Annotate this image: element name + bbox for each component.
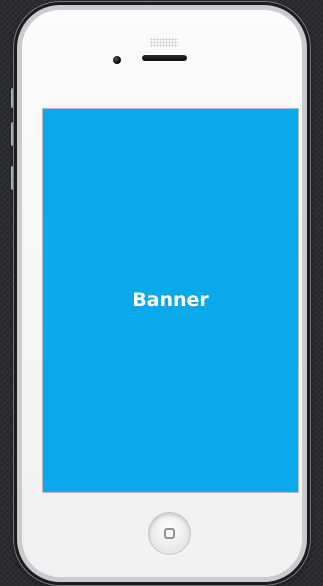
phone-screen[interactable]: Banner <box>42 108 299 493</box>
phone-body: Banner <box>17 5 307 582</box>
earpiece-speaker-icon <box>142 55 187 61</box>
phone-frame: Banner <box>14 2 310 585</box>
home-button-square-icon <box>164 528 175 539</box>
proximity-sensor-icon <box>150 38 178 47</box>
banner-label: Banner <box>132 288 209 311</box>
home-button[interactable] <box>148 512 191 555</box>
front-camera-icon <box>113 56 121 64</box>
